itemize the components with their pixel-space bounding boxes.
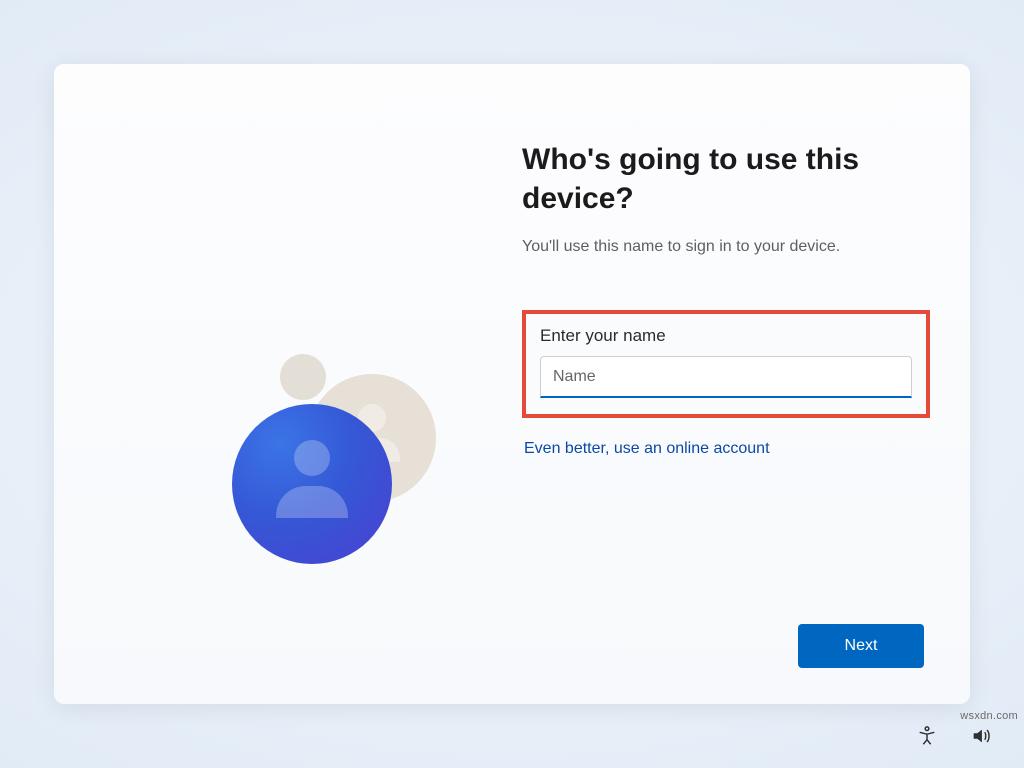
accessibility-button[interactable] xyxy=(912,721,942,754)
name-input[interactable] xyxy=(540,356,912,398)
user-illustration xyxy=(212,324,452,564)
illustration-pane xyxy=(54,64,476,704)
use-online-account-link[interactable]: Even better, use an online account xyxy=(524,440,770,458)
name-field-label: Enter your name xyxy=(540,326,912,346)
system-tray xyxy=(912,721,996,754)
form-pane: Who's going to use this device? You'll u… xyxy=(476,64,970,704)
page-subtitle: You'll use this name to sign in to your … xyxy=(522,238,930,256)
person-icon-primary xyxy=(232,404,392,564)
setup-card: Who's going to use this device? You'll u… xyxy=(54,64,970,704)
accessibility-icon xyxy=(916,725,938,747)
volume-icon xyxy=(970,725,992,747)
watermark-text: wsxdn.com xyxy=(960,710,1018,722)
decorative-dot xyxy=(280,354,326,400)
name-form-group: Enter your name xyxy=(522,310,930,418)
volume-button[interactable] xyxy=(966,721,996,754)
next-button[interactable]: Next xyxy=(798,624,924,668)
page-title: Who's going to use this device? xyxy=(522,140,902,218)
